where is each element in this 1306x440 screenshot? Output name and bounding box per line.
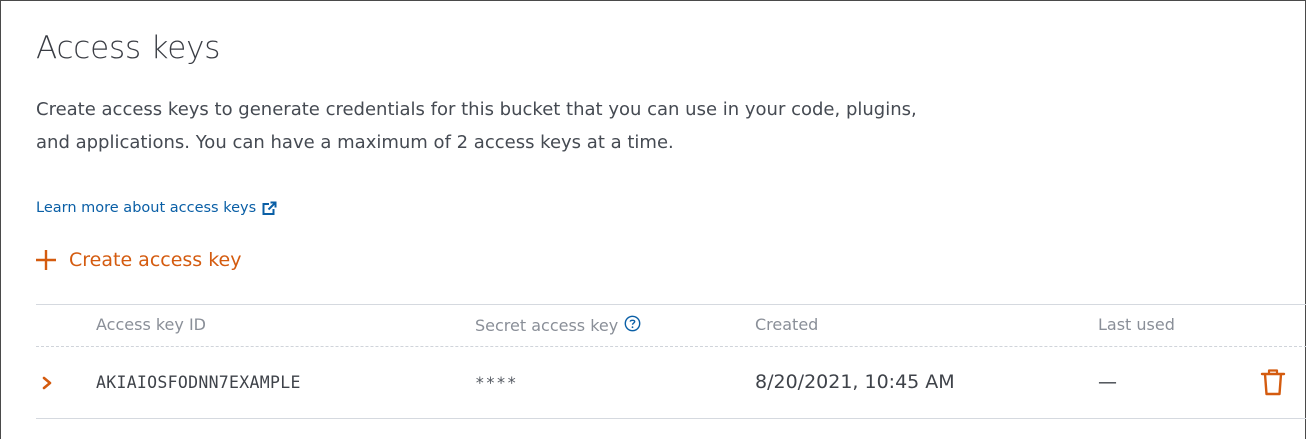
column-header-access-key-id: Access key ID [96,315,206,334]
page-title: Access keys [36,30,221,66]
column-header-secret-access-key: Secret access key [475,315,641,336]
table-row: AKIAIOSFODNN7EXAMPLE **** 8/20/2021, 10:… [36,347,1306,417]
last-used-cell: — [1098,371,1117,393]
external-link-icon [262,201,277,216]
trash-icon[interactable] [1260,367,1286,401]
learn-more-link[interactable]: Learn more about access keys [36,200,277,216]
learn-more-label: Learn more about access keys [36,200,257,216]
access-key-id-cell: AKIAIOSFODNN7EXAMPLE [96,372,301,392]
plus-icon [35,249,57,271]
table-bottom-divider [36,418,1306,419]
chevron-right-icon[interactable] [41,375,53,394]
help-icon[interactable] [624,315,641,336]
created-cell: 8/20/2021, 10:45 AM [755,371,955,393]
access-keys-panel: Access keys Create access keys to genera… [0,0,1306,439]
column-header-secret-label: Secret access key [475,316,619,335]
table-divider [36,304,1306,305]
column-header-last-used: Last used [1098,315,1175,334]
column-header-created: Created [755,315,819,334]
create-access-key-button[interactable]: Create access key [35,249,242,271]
section-description: Create access keys to generate credentia… [36,99,917,153]
create-access-key-label: Create access key [69,249,242,271]
secret-access-key-cell: **** [475,372,518,392]
